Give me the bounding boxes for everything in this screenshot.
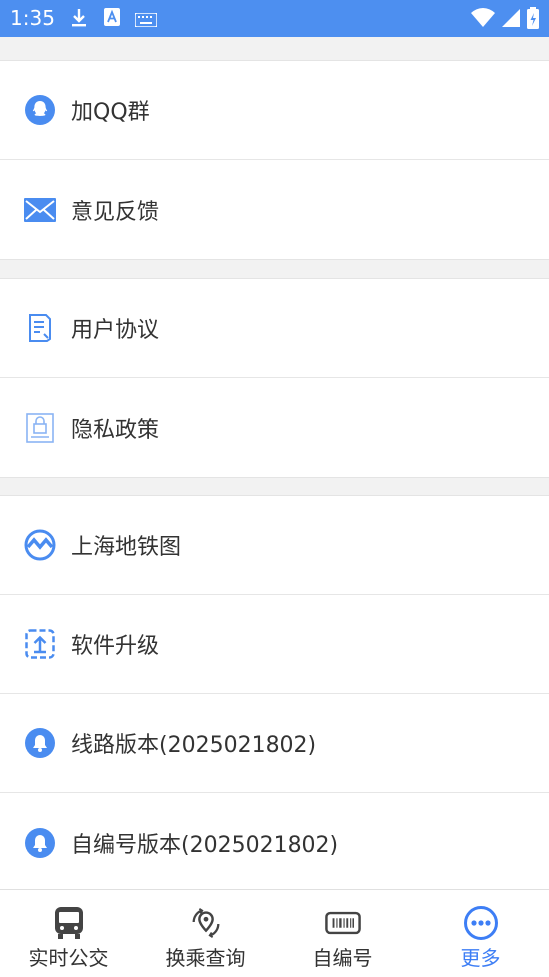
menu-item-shanghai-metro-map[interactable]: 上海地铁图 [0, 496, 549, 595]
menu-item-label: 线路版本(2025021802) [71, 733, 317, 758]
signal-icon [501, 8, 521, 32]
menu-item-label: 软件升级 [71, 634, 160, 659]
bell-icon [23, 726, 57, 760]
wifi-icon [471, 8, 495, 32]
bus-icon [51, 906, 87, 940]
qq-icon [23, 93, 57, 127]
menu-item-software-upgrade[interactable]: 软件升级 [0, 595, 549, 694]
tab-transfer-query[interactable]: 换乘查询 [137, 890, 274, 977]
tab-more[interactable]: 更多 [412, 890, 549, 977]
menu-group-app: 上海地铁图 软件升级 线路版本(2025021802) 自编号版本(202502… [0, 495, 549, 893]
menu-item-feedback[interactable]: 意见反馈 [0, 160, 549, 259]
menu-item-label: 用户协议 [71, 318, 160, 343]
menu-item-self-number-version[interactable]: 自编号版本(2025021802) [0, 793, 549, 892]
tab-self-number[interactable]: 自编号 [274, 890, 411, 977]
tab-label: 自编号 [312, 946, 373, 970]
a-icon [104, 8, 120, 30]
mail-icon [23, 193, 57, 227]
battery-icon [527, 7, 539, 33]
upgrade-icon [23, 627, 57, 661]
tab-realtime-bus[interactable]: 实时公交 [0, 890, 137, 977]
menu-group-contact: 加QQ群 意见反馈 [0, 60, 549, 260]
tab-label: 实时公交 [28, 946, 109, 970]
more-icon [463, 906, 499, 940]
bell-icon [23, 826, 57, 860]
menu-item-label: 意见反馈 [71, 199, 160, 225]
tab-label: 更多 [460, 946, 501, 970]
status-time: 1:35 [10, 6, 55, 30]
barcode-icon [324, 906, 361, 940]
menu-group-legal: 用户协议 隐私政策 [0, 278, 549, 478]
tab-label: 换乘查询 [165, 946, 246, 970]
menu-item-privacy-policy[interactable]: 隐私政策 [0, 378, 549, 477]
menu-item-route-version[interactable]: 线路版本(2025021802) [0, 694, 549, 793]
status-bar: 1:35 [0, 0, 549, 37]
menu-item-label: 自编号版本(2025021802) [71, 832, 339, 858]
lock-document-icon [23, 411, 57, 445]
document-icon [23, 311, 57, 345]
menu-item-label: 上海地铁图 [71, 535, 182, 560]
download-icon [70, 8, 88, 32]
bottom-tab-bar: 实时公交 换乘查询 自编号 更多 [0, 889, 549, 977]
keyboard-icon [134, 12, 158, 31]
menu-item-label: 加QQ群 [71, 100, 150, 125]
transfer-location-icon [188, 906, 224, 940]
menu-item-qq-group[interactable]: 加QQ群 [0, 61, 549, 160]
menu-item-label: 隐私政策 [71, 417, 160, 443]
more-page-content: 加QQ群 意见反馈 用户协议 隐私政策 上海地铁图 软件升级 线路版本(2025… [0, 37, 549, 893]
menu-item-user-agreement[interactable]: 用户协议 [0, 279, 549, 378]
metro-logo-icon [23, 528, 57, 562]
